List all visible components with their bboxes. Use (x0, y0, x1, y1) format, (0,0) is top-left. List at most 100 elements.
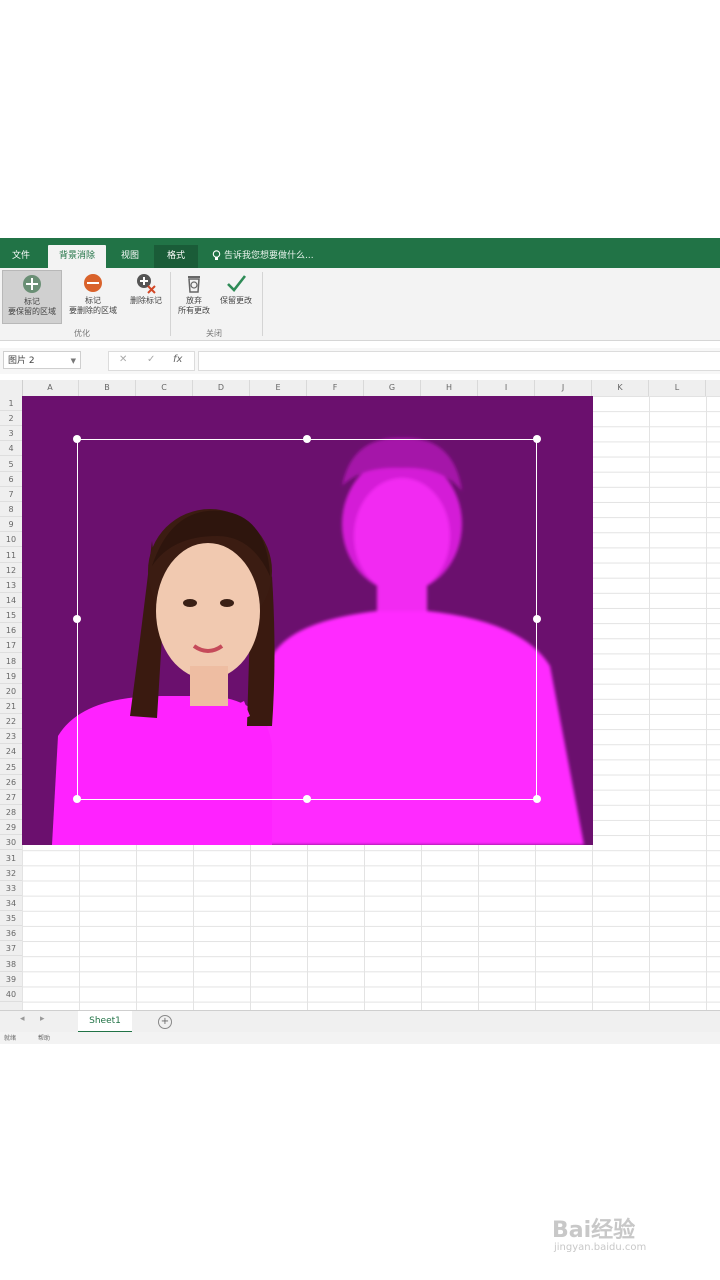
row-header-cell[interactable]: 20 (0, 684, 22, 699)
row-header-cell[interactable]: 27 (0, 790, 22, 805)
row-header-cell[interactable]: 31 (0, 851, 22, 866)
row-header-cell[interactable]: 2 (0, 411, 22, 427)
mark-remove-button[interactable]: 标记 要删除的区域 (62, 270, 124, 322)
row-header-cell[interactable]: 5 (0, 457, 22, 472)
group-label-refine: 优化 (74, 329, 90, 338)
row-header-cell[interactable]: 9 (0, 517, 22, 533)
ribbon-tab-bar: 文件 背景消除 视图 格式 告诉我您想要做什么... (0, 238, 720, 268)
scroll-left-icon[interactable]: ◂ (20, 1014, 25, 1024)
name-box[interactable]: 图片 2 ▼ (3, 351, 81, 369)
row-header-cell[interactable]: 13 (0, 578, 22, 593)
row-header: 1 2 3 4 5 6 7 8 9 10 11 12 13 14 15 16 17 18 19 20 21 22 23 24 2… (0, 396, 23, 1010)
keep-changes-button[interactable]: 保留更改 (214, 270, 258, 322)
delete-mark-button[interactable]: 删除标记 (124, 270, 168, 322)
row-header-cell[interactable]: 15 (0, 608, 22, 624)
resize-handle[interactable] (303, 795, 311, 803)
column-header-cell[interactable]: G (364, 380, 421, 396)
row-header-cell[interactable]: 23 (0, 729, 22, 745)
row-header-cell[interactable]: 6 (0, 472, 22, 487)
row-header-cell[interactable]: 18 (0, 654, 22, 669)
watermark-url: jingyan.baidu.com (554, 1242, 647, 1253)
add-sheet-icon[interactable]: + (158, 1015, 172, 1029)
row-header-cell[interactable]: 26 (0, 775, 22, 790)
row-header-cell[interactable]: 3 (0, 426, 22, 442)
sheet-tab-bar: ◂ ▸ Sheet1 + (0, 1010, 720, 1033)
formula-buttons: ✕ ✓ fx (108, 351, 195, 371)
cancel-icon[interactable]: ✕ (119, 354, 127, 365)
mark-keep-button[interactable]: 标记 要保留的区域 (2, 270, 62, 324)
sheet-tab-sheet1[interactable]: Sheet1 (78, 1011, 132, 1033)
row-header-cell[interactable]: 21 (0, 699, 22, 714)
picture-2[interactable] (22, 396, 593, 845)
row-header-cell[interactable]: 30 (0, 835, 22, 851)
row-header-cell[interactable]: 12 (0, 563, 22, 578)
row-header-cell[interactable]: 36 (0, 926, 22, 942)
formula-bar: 图片 2 ▼ ✕ ✓ fx (0, 348, 720, 374)
select-all-corner[interactable] (0, 380, 23, 396)
trash-icon (188, 276, 200, 293)
column-header-cell[interactable]: J (535, 380, 592, 396)
column-header-cell[interactable]: I (478, 380, 535, 396)
row-header-cell[interactable]: 10 (0, 532, 22, 548)
column-header-cell[interactable]: A (22, 380, 79, 396)
resize-handle[interactable] (73, 615, 81, 623)
scroll-right-icon[interactable]: ▸ (40, 1014, 45, 1024)
row-header-cell[interactable]: 1 (0, 396, 22, 411)
row-header-cell[interactable]: 4 (0, 441, 22, 457)
tab-file[interactable]: 文件 (0, 245, 42, 268)
row-header-cell[interactable]: 28 (0, 805, 22, 821)
row-header-cell[interactable]: 35 (0, 911, 22, 927)
row-header-cell[interactable]: 22 (0, 714, 22, 730)
tab-format[interactable]: 格式 (154, 245, 198, 268)
mark-remove-label2: 要删除的区域 (69, 306, 117, 315)
lightbulb-icon (212, 250, 221, 260)
fx-icon[interactable]: fx (173, 354, 182, 365)
background-removal-marquee[interactable] (77, 439, 537, 800)
row-header-cell[interactable]: 8 (0, 502, 22, 518)
row-header-cell[interactable]: 34 (0, 896, 22, 911)
row-header-cell[interactable]: 32 (0, 866, 22, 881)
column-header-cell[interactable]: D (193, 380, 250, 396)
resize-handle[interactable] (73, 435, 81, 443)
tab-background-removal[interactable]: 背景消除 (48, 245, 106, 268)
row-header-cell[interactable]: 14 (0, 593, 22, 608)
tell-me-text: 告诉我您想要做什么... (224, 251, 314, 261)
discard-changes-button[interactable]: 放弃 所有更改 (174, 270, 214, 322)
resize-handle[interactable] (73, 795, 81, 803)
row-header-cell[interactable]: 37 (0, 941, 22, 957)
column-header-cell[interactable]: K (592, 380, 649, 396)
row-header-cell[interactable]: 38 (0, 957, 22, 972)
column-header-cell[interactable]: F (307, 380, 364, 396)
column-header-cell[interactable]: B (79, 380, 136, 396)
status-bar: 就绪 帮助 (0, 1032, 720, 1044)
row-header-cell[interactable]: 33 (0, 881, 22, 896)
formula-input[interactable] (198, 351, 720, 371)
column-header-cell[interactable]: H (421, 380, 478, 396)
delete-mark-icon (137, 274, 156, 294)
column-header-cell[interactable]: L (649, 380, 706, 396)
row-header-cell[interactable]: 40 (0, 987, 22, 1002)
resize-handle[interactable] (533, 435, 541, 443)
chevron-down-icon[interactable]: ▼ (71, 352, 76, 370)
row-header-cell[interactable]: 29 (0, 820, 22, 836)
resize-handle[interactable] (533, 615, 541, 623)
tell-me-box[interactable]: 告诉我您想要做什么... (212, 245, 314, 268)
row-header-cell[interactable]: 11 (0, 548, 22, 563)
column-header-cell[interactable]: C (136, 380, 193, 396)
row-header-cell[interactable]: 19 (0, 669, 22, 684)
row-header-cell[interactable]: 25 (0, 760, 22, 775)
mark-keep-label1: 标记 (24, 297, 40, 306)
row-header-cell[interactable]: 17 (0, 638, 22, 654)
tab-view[interactable]: 视图 (110, 245, 150, 268)
row-header-cell[interactable]: 16 (0, 623, 22, 639)
row-header-cell[interactable]: 39 (0, 972, 22, 987)
resize-handle[interactable] (533, 795, 541, 803)
column-header-cell[interactable]: E (250, 380, 307, 396)
resize-handle[interactable] (303, 435, 311, 443)
row-header-cell[interactable]: 7 (0, 487, 22, 502)
excel-window: 文件 背景消除 视图 格式 告诉我您想要做什么... 标记 要保留的区域 标记 … (0, 238, 720, 1044)
baidu-jingyan-watermark: Bai经验 jingyan.baidu.com (552, 1212, 646, 1253)
column-header: ABCDEFGHIJKL (0, 380, 720, 397)
enter-icon[interactable]: ✓ (147, 354, 155, 365)
row-header-cell[interactable]: 24 (0, 744, 22, 760)
